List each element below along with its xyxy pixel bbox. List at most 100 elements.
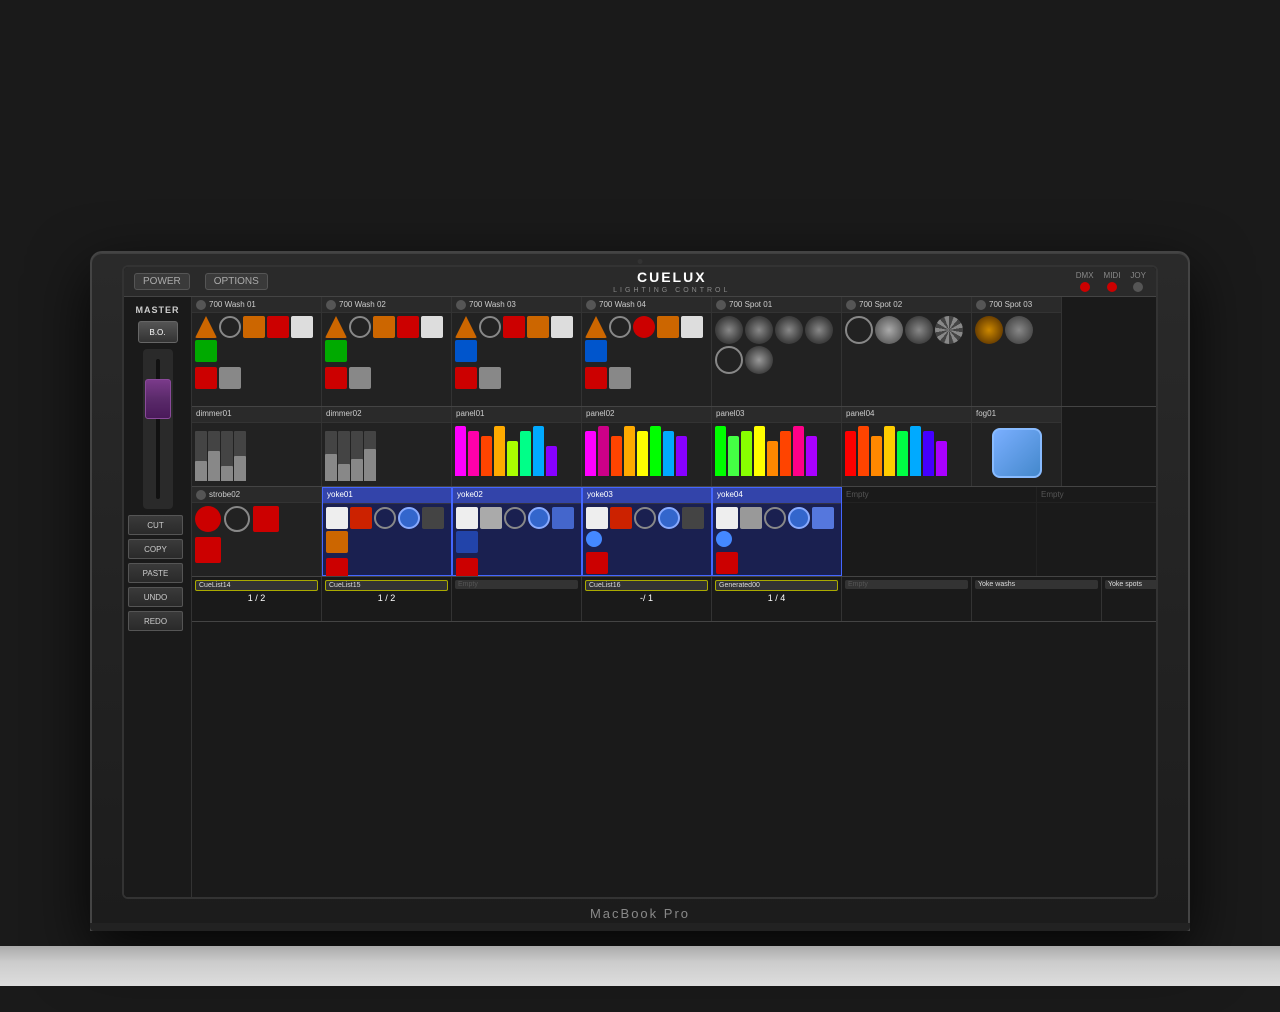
- laptop-body: POWER OPTIONS CUELUX LIGHTING CONTROL DM…: [90, 251, 1190, 931]
- fixture-cell-yoke02[interactable]: yoke02: [452, 487, 582, 576]
- spot02-gobo3: [935, 316, 963, 344]
- cuelist-cell-1[interactable]: CueList15 1 / 2: [322, 577, 452, 621]
- strobe02-bottom: [192, 535, 321, 565]
- panel04-bars: [842, 423, 971, 478]
- cuelist-cell-6[interactable]: Yoke washs: [972, 577, 1102, 621]
- pb1p3: [715, 426, 726, 476]
- fixture-area: 700 Wash 01: [192, 297, 1156, 897]
- fixture-cell-yoke01[interactable]: yoke01: [322, 487, 452, 576]
- fixture-cell-panel03[interactable]: panel03: [712, 407, 842, 486]
- wash02-bottom: [322, 365, 451, 391]
- master-fader-thumb[interactable]: [145, 379, 171, 419]
- pad-gray3: [479, 367, 501, 389]
- fixture-cell-panel01[interactable]: panel01: [452, 407, 582, 486]
- fixture-cell-wash02[interactable]: 700 Wash 02: [322, 297, 452, 406]
- fixture-cell-wash03[interactable]: 700 Wash 03: [452, 297, 582, 406]
- strobe-sq: [253, 506, 279, 532]
- pb3p4: [871, 436, 882, 476]
- fixture-cell-wash04[interactable]: 700 Wash 04: [582, 297, 712, 406]
- dmx-indicator: DMX: [1076, 271, 1094, 292]
- fog01-header: fog01: [972, 407, 1061, 423]
- options-button[interactable]: OPTIONS: [205, 273, 268, 290]
- panel02-bars: [582, 423, 711, 478]
- yp-r3: [610, 507, 632, 529]
- yoke02-content: [453, 504, 581, 556]
- yp-c1: [374, 507, 396, 529]
- top-bar: POWER OPTIONS CUELUX LIGHTING CONTROL DM…: [124, 267, 1156, 297]
- joy-indicator: JOY: [1130, 271, 1146, 292]
- dbar5: [325, 431, 337, 481]
- cuelist-cell-3[interactable]: CueList16 -/ 1: [582, 577, 712, 621]
- pad-red: [195, 367, 217, 389]
- bo-button[interactable]: B.O.: [138, 321, 178, 343]
- pb5g: [637, 431, 648, 476]
- cuelist-cell-0[interactable]: CueList14 1 / 2: [192, 577, 322, 621]
- fixture-cell-spot02[interactable]: 700 Spot 02: [842, 297, 972, 406]
- fixture-icon-wash03: [456, 300, 466, 310]
- pb6p3: [780, 431, 791, 476]
- cuelist-label-3: CueList16: [585, 580, 708, 591]
- pb8: [546, 446, 557, 476]
- yoke03-header: yoke03: [583, 488, 711, 504]
- pad-gray4: [609, 367, 631, 389]
- yp-w1: [326, 507, 348, 529]
- cuelist-cell-4[interactable]: Generated00 1 / 4: [712, 577, 842, 621]
- yp-bc3: [658, 507, 680, 529]
- fixture-cell-spot03[interactable]: 700 Spot 03: [972, 297, 1062, 406]
- fixture-cell-panel04[interactable]: panel04: [842, 407, 972, 486]
- cuelist-label-0: CueList14: [195, 580, 318, 591]
- cuelist-cell-7[interactable]: Yoke spots: [1102, 577, 1156, 621]
- yp-bc1: [398, 507, 420, 529]
- fixture-cell-empty2: Empty: [1037, 487, 1156, 576]
- panel03-header: panel03: [712, 407, 841, 423]
- yp-w2: [456, 507, 478, 529]
- strobe-btn: [195, 537, 221, 563]
- pb5: [507, 441, 518, 476]
- yoke02-header: yoke02: [453, 488, 581, 504]
- fixture-row-3: strobe02: [192, 487, 1156, 577]
- spot02-cir1: [845, 316, 873, 344]
- pad-cir: [219, 316, 241, 338]
- pad-sq-g2: [325, 340, 347, 362]
- fixture-icon-spot03: [976, 300, 986, 310]
- strobe02-content: [192, 503, 321, 535]
- master-label: MASTER: [136, 305, 180, 315]
- pb6: [520, 431, 531, 476]
- power-button[interactable]: POWER: [134, 273, 190, 290]
- cuelist-label-6: Yoke washs: [975, 580, 1098, 589]
- paste-button[interactable]: PASTE: [128, 563, 183, 583]
- yp-red-btn4: [716, 552, 738, 574]
- yp-gray2: [480, 507, 502, 529]
- copy-button[interactable]: COPY: [128, 539, 183, 559]
- dimmer02-bars: [322, 423, 451, 483]
- fixture-cell-wash01[interactable]: 700 Wash 01: [192, 297, 322, 406]
- fixture-cell-spot01[interactable]: 700 Spot 01: [712, 297, 842, 406]
- cuelist-label-5: Empty: [845, 580, 968, 589]
- master-fader[interactable]: [143, 349, 173, 509]
- cut-button[interactable]: CUT: [128, 515, 183, 535]
- master-fader-track: [156, 359, 160, 499]
- spot01-content: [712, 313, 841, 377]
- fixture-cell-panel02[interactable]: panel02: [582, 407, 712, 486]
- fixture-icon-spot02: [846, 300, 856, 310]
- fixture-row-2: dimmer01: [192, 407, 1156, 487]
- yp-db3: [586, 531, 602, 547]
- fixture-cell-strobe02[interactable]: strobe02: [192, 487, 322, 576]
- yp-r1: [350, 507, 372, 529]
- fixture-cell-fog01[interactable]: fog01: [972, 407, 1062, 486]
- pb6g: [650, 426, 661, 476]
- fixture-cell-yoke03[interactable]: yoke03: [582, 487, 712, 576]
- fixture-cell-dimmer01[interactable]: dimmer01: [192, 407, 322, 486]
- pad-red3: [455, 367, 477, 389]
- pad-sq-w2: [421, 316, 443, 338]
- undo-button[interactable]: UNDO: [128, 587, 183, 607]
- spot02-gobo2: [905, 316, 933, 344]
- fixture-cell-dimmer02[interactable]: dimmer02: [322, 407, 452, 486]
- dimmer02-header: dimmer02: [322, 407, 451, 423]
- fixture-cell-yoke04[interactable]: yoke04: [712, 487, 842, 576]
- pad-orange4: [657, 316, 679, 338]
- dbar6: [338, 431, 350, 481]
- redo-button[interactable]: REDO: [128, 611, 183, 631]
- spot03-content: [972, 313, 1061, 347]
- pad-w4: [681, 316, 703, 338]
